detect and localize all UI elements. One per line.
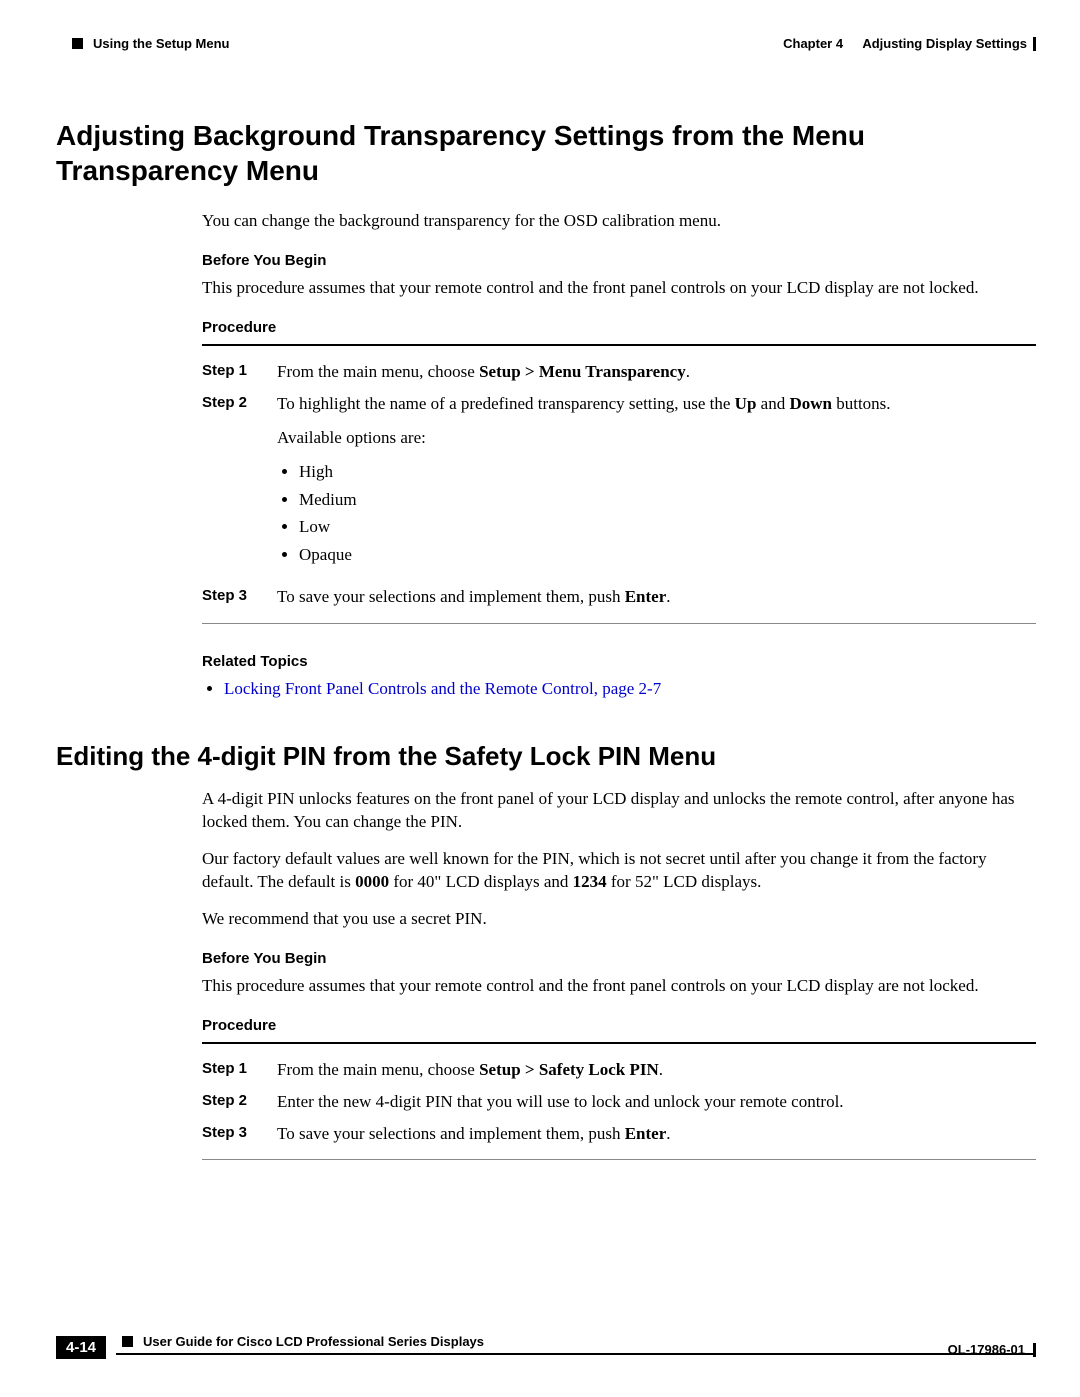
option-item: Low xyxy=(299,515,1036,539)
step-text: . xyxy=(666,1124,670,1143)
section2-step-row: Step 3 To save your selections and imple… xyxy=(277,1122,1036,1146)
options-list: High Medium Low Opaque xyxy=(299,460,1036,567)
step-bold: Enter xyxy=(625,587,667,606)
bold-text: 1234 xyxy=(573,872,607,891)
step-body: To save your selections and implement th… xyxy=(277,1122,1036,1146)
step-text: buttons. xyxy=(832,394,891,413)
header-chapter-label: Chapter 4 xyxy=(783,36,843,51)
footer-rule xyxy=(116,1353,1036,1355)
footer-rule-right xyxy=(1033,1343,1036,1357)
section2-title: Editing the 4-digit PIN from the Safety … xyxy=(56,741,1036,772)
related-links-list: Locking Front Panel Controls and the Rem… xyxy=(224,678,1036,701)
step-text: . xyxy=(666,587,670,606)
section2-p1: A 4-digit PIN unlocks features on the fr… xyxy=(202,788,1036,834)
text: for 52" LCD displays. xyxy=(607,872,762,891)
step-text: To save your selections and implement th… xyxy=(277,1124,625,1143)
section2-p3: We recommend that you use a secret PIN. xyxy=(202,908,1036,931)
step-bold: Up xyxy=(735,394,757,413)
section1-step-row: Step 1 From the main menu, choose Setup … xyxy=(277,360,1036,384)
step-text: and xyxy=(756,394,789,413)
footer-guide-title: User Guide for Cisco LCD Professional Se… xyxy=(143,1334,484,1349)
page-footer: User Guide for Cisco LCD Professional Se… xyxy=(56,1334,1036,1355)
step-bold: Enter xyxy=(625,1124,667,1143)
step-text: To save your selections and implement th… xyxy=(277,587,625,606)
option-item: High xyxy=(299,460,1036,484)
step-text: From the main menu, choose xyxy=(277,1060,479,1079)
related-link[interactable]: Locking Front Panel Controls and the Rem… xyxy=(224,679,661,698)
step-label: Step 1 xyxy=(202,360,277,384)
step-body: Enter the new 4-digit PIN that you will … xyxy=(277,1090,1036,1114)
section2-p2: Our factory default values are well know… xyxy=(202,848,1036,894)
related-topics-label: Related Topics xyxy=(202,652,1036,672)
step-label: Step 2 xyxy=(202,392,277,577)
bold-text: 0000 xyxy=(355,872,389,891)
step-label: Step 3 xyxy=(202,585,277,609)
section2-before-text: This procedure assumes that your remote … xyxy=(202,975,1036,998)
procedure-rule-top-2 xyxy=(202,1042,1036,1044)
step-body: To highlight the name of a predefined tr… xyxy=(277,392,1036,577)
running-header: Using the Setup Menu Chapter 4 Adjusting… xyxy=(72,36,1036,51)
section1-title: Adjusting Background Transparency Settin… xyxy=(56,118,1036,188)
step-bold: Setup > Menu Transparency xyxy=(479,362,686,381)
procedure-rule-top xyxy=(202,344,1036,346)
footer-marker xyxy=(122,1336,133,1347)
header-rule-right xyxy=(1033,37,1036,51)
section2-step-row: Step 2 Enter the new 4-digit PIN that yo… xyxy=(277,1090,1036,1114)
section1-before-text: This procedure assumes that your remote … xyxy=(202,277,1036,300)
step-label: Step 1 xyxy=(202,1058,277,1082)
step-text: From the main menu, choose xyxy=(277,362,479,381)
step-bold: Setup > Safety Lock PIN xyxy=(479,1060,659,1079)
section2-step-row: Step 1 From the main menu, choose Setup … xyxy=(277,1058,1036,1082)
header-marker-left xyxy=(72,38,83,49)
procedure-rule-bottom xyxy=(202,623,1036,624)
step-body: From the main menu, choose Setup > Safet… xyxy=(277,1058,1036,1082)
step-subtext: Available options are: xyxy=(277,426,1036,450)
section1-intro: You can change the background transparen… xyxy=(202,210,1036,233)
header-section: Using the Setup Menu xyxy=(93,36,230,51)
section1-step-row: Step 2 To highlight the name of a predef… xyxy=(277,392,1036,577)
section2-procedure-label: Procedure xyxy=(202,1016,1036,1036)
section1-procedure-label: Procedure xyxy=(202,318,1036,338)
option-item: Medium xyxy=(299,488,1036,512)
document-id: OL-17986-01 xyxy=(948,1342,1025,1357)
procedure-rule-bottom-2 xyxy=(202,1159,1036,1160)
section2-before-label: Before You Begin xyxy=(202,949,1036,969)
step-text: . xyxy=(686,362,690,381)
header-chapter-title: Adjusting Display Settings xyxy=(862,36,1027,51)
step-text: To highlight the name of a predefined tr… xyxy=(277,394,735,413)
step-text: . xyxy=(659,1060,663,1079)
section1-step-row: Step 3 To save your selections and imple… xyxy=(277,585,1036,609)
page-number: 4-14 xyxy=(56,1336,106,1359)
step-text: Enter the new 4-digit PIN that you will … xyxy=(277,1092,844,1111)
step-body: To save your selections and implement th… xyxy=(277,585,1036,609)
option-item: Opaque xyxy=(299,543,1036,567)
step-label: Step 2 xyxy=(202,1090,277,1114)
step-bold: Down xyxy=(789,394,832,413)
section1-before-label: Before You Begin xyxy=(202,251,1036,271)
text: for 40" LCD displays and xyxy=(389,872,573,891)
step-label: Step 3 xyxy=(202,1122,277,1146)
step-body: From the main menu, choose Setup > Menu … xyxy=(277,360,1036,384)
